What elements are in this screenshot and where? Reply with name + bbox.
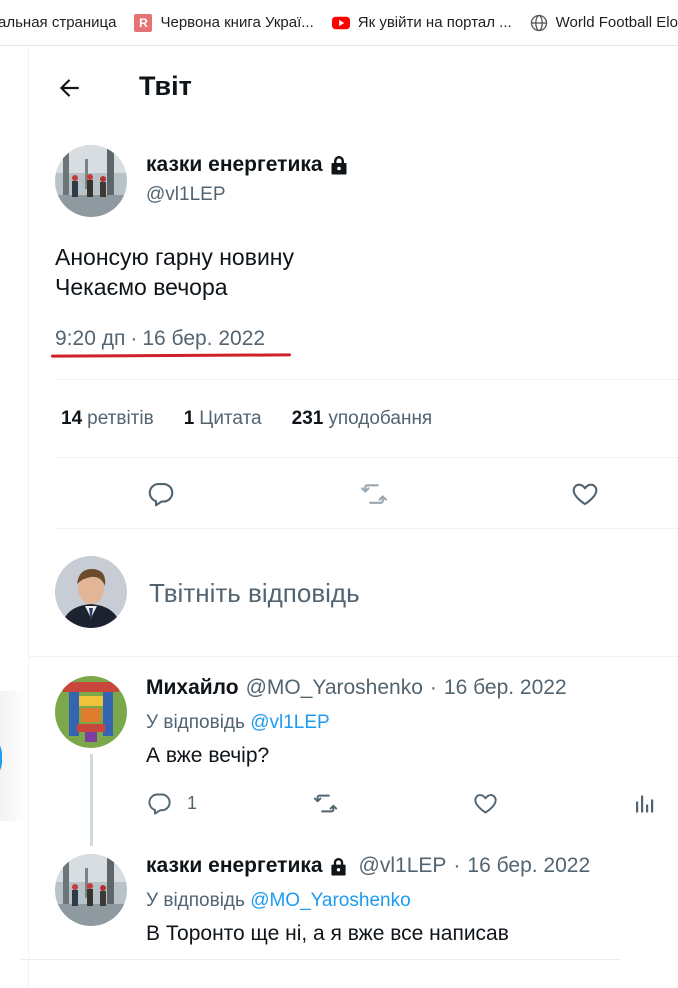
heart-icon bbox=[474, 794, 497, 814]
reply-header: Михайло @MO_Yaroshenko · 16 бер. 2022 bbox=[146, 676, 567, 700]
lock-icon bbox=[330, 857, 347, 876]
reply-date[interactable]: 16 бер. 2022 bbox=[467, 854, 590, 878]
back-button[interactable] bbox=[51, 70, 87, 106]
quotes-count: 1 bbox=[183, 408, 195, 429]
r-favicon-icon: R bbox=[134, 13, 153, 32]
reply-date[interactable]: 16 бер. 2022 bbox=[444, 676, 567, 700]
reply-button[interactable] bbox=[141, 474, 181, 514]
comment-icon bbox=[148, 793, 171, 815]
thread-connector bbox=[90, 754, 93, 846]
likes-label: уподобання bbox=[328, 408, 433, 429]
meta-separator: · bbox=[453, 854, 461, 877]
reply-retweet-button[interactable] bbox=[311, 790, 340, 817]
bookmark-portal-video[interactable]: Як увійти на портал ... bbox=[331, 0, 512, 45]
bookmark-red-book[interactable]: R Червона книга Украї... bbox=[134, 0, 314, 45]
author-name-text: казки енергетика bbox=[146, 153, 323, 176]
reply-count: 1 bbox=[187, 793, 198, 813]
tweet-text-line: Анонсую гарну новину bbox=[55, 244, 294, 270]
reply-text: А вже вечір? bbox=[146, 744, 270, 767]
retweet-icon bbox=[361, 484, 387, 504]
bookmark-label: Червона книга Украї... bbox=[160, 14, 314, 31]
like-button[interactable] bbox=[565, 474, 605, 514]
page-header: Твіт bbox=[29, 46, 678, 128]
tweet-actions bbox=[29, 474, 678, 514]
replying-to: У відповідь @MO_Yaroshenko bbox=[146, 890, 411, 912]
left-rail bbox=[0, 46, 28, 988]
retweets-label: ретвітів bbox=[87, 408, 154, 429]
reply-comment-button[interactable]: 1 bbox=[146, 790, 197, 817]
reply-author-handle[interactable]: @MO_Yaroshenko bbox=[246, 676, 423, 700]
reply-author-avatar[interactable] bbox=[55, 854, 127, 926]
replying-to-handle[interactable]: @MO_Yaroshenko bbox=[250, 890, 410, 911]
reply-author-name[interactable]: Михайло bbox=[146, 676, 239, 700]
replying-to: У відповідь @vl1LEP bbox=[146, 712, 330, 734]
reply-text: В Торонто ще ні, а я вже все написав bbox=[146, 922, 509, 945]
reply-header: казки енергетика @vl1LEP · 16 бер. 2022 bbox=[146, 854, 590, 878]
reply-author-name[interactable]: казки енергетика bbox=[146, 854, 323, 878]
retweet-button[interactable] bbox=[354, 474, 394, 514]
youtube-icon bbox=[331, 14, 350, 32]
likes-count: 231 bbox=[291, 408, 324, 429]
tweet-column: Твіт казки енергетика @vl1LEP Анонсую га… bbox=[21, 46, 678, 988]
retweets-count: 14 bbox=[61, 408, 83, 429]
replying-to-prefix: У відповідь bbox=[146, 712, 245, 733]
quotes-label: Цитата bbox=[199, 408, 262, 429]
meta-separator: · bbox=[130, 327, 138, 350]
likes-stat[interactable]: 231 уподобання bbox=[292, 408, 433, 430]
reply-author-handle[interactable]: @vl1LEP bbox=[359, 854, 447, 878]
author-handle[interactable]: @vl1LEP bbox=[146, 184, 226, 206]
divider bbox=[29, 656, 678, 657]
replying-to-handle[interactable]: @vl1LEP bbox=[250, 712, 330, 733]
reply-input[interactable]: Твітніть відповідь bbox=[149, 578, 360, 609]
arrow-left-icon bbox=[59, 79, 79, 97]
reply-author-avatar[interactable] bbox=[55, 676, 127, 748]
tweet-stats: 14 ретвітів 1 Цитата 231 уподобання bbox=[61, 408, 462, 430]
bookmark-label: World Football Elo bbox=[555, 14, 678, 31]
comment-icon bbox=[148, 482, 174, 507]
heart-icon bbox=[572, 483, 598, 506]
bookmarks-bar: альная страница R Червона книга Украї...… bbox=[0, 0, 678, 46]
globe-icon bbox=[530, 14, 548, 32]
tweet-date: 16 бер. 2022 bbox=[142, 327, 266, 350]
divider bbox=[55, 379, 678, 380]
divider bbox=[55, 457, 678, 458]
screenshot-bottom-edge bbox=[21, 959, 621, 960]
bar-chart-icon bbox=[636, 795, 654, 813]
reply-like-button[interactable] bbox=[472, 790, 499, 817]
bookmark-world-football-elo[interactable]: World Football Elo bbox=[530, 0, 678, 45]
replying-to-prefix: У відповідь bbox=[146, 890, 245, 911]
tweet-time: 9:20 дп bbox=[55, 327, 126, 350]
tweet-text: Анонсую гарну новину Чекаємо вечора bbox=[55, 242, 294, 302]
author-name[interactable]: казки енергетика bbox=[146, 153, 348, 177]
left-floating-shadow bbox=[0, 691, 28, 821]
quotes-stat[interactable]: 1 Цитата bbox=[184, 408, 262, 430]
lock-icon bbox=[330, 155, 348, 175]
retweets-stat[interactable]: 14 ретвітів bbox=[61, 408, 154, 430]
current-user-avatar[interactable] bbox=[55, 556, 127, 628]
meta-separator: · bbox=[429, 676, 437, 699]
page-title: Твіт bbox=[139, 71, 192, 101]
author-avatar[interactable] bbox=[55, 145, 127, 217]
tweet-timestamp[interactable]: 9:20 дп · 16 бер. 2022 bbox=[55, 327, 265, 351]
bookmark-home-page[interactable]: альная страница bbox=[0, 0, 117, 45]
red-annotation-underline bbox=[50, 353, 292, 358]
bookmark-label: Як увійти на портал ... bbox=[357, 14, 512, 31]
bookmark-label: альная страница bbox=[0, 14, 117, 31]
retweet-icon bbox=[313, 794, 338, 813]
divider bbox=[55, 528, 678, 529]
reply-composer[interactable]: Твітніть відповідь bbox=[29, 540, 678, 656]
reply-analytics-button[interactable] bbox=[633, 790, 657, 817]
tweet-text-line: Чекаємо вечора bbox=[55, 274, 228, 300]
